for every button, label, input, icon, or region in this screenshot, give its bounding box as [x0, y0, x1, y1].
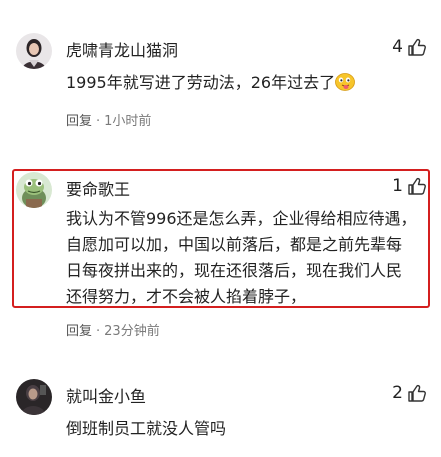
comment-meta: 回复 · 1小时前 — [66, 114, 152, 129]
like-button[interactable]: 4 — [392, 37, 427, 57]
comment-text: 1995年就写进了劳动法，26年过去了 — [66, 70, 417, 99]
like-count: 4 — [392, 37, 403, 57]
username[interactable]: 虎啸青龙山猫洞 — [66, 37, 178, 61]
comment-meta: 回复 · 23分钟前 — [66, 324, 160, 339]
avatar[interactable] — [16, 379, 52, 415]
timestamp: 23分钟前 — [104, 324, 160, 339]
reply-button[interactable]: 回复 — [66, 114, 92, 129]
like-count: 2 — [392, 383, 403, 403]
like-button[interactable]: 1 — [392, 176, 427, 196]
comment-text: 我认为不管996还是怎么弄，企业得给相应待遇，自愿加可以加，中国以前落后，都是之… — [66, 209, 417, 306]
username[interactable]: 就叫金小鱼 — [66, 383, 146, 407]
timestamp: 1小时前 — [104, 114, 152, 129]
thumbs-up-icon — [408, 38, 426, 56]
thumbs-up-icon — [408, 177, 426, 195]
username[interactable]: 要命歌王 — [66, 176, 130, 200]
reply-button[interactable]: 回复 — [66, 324, 92, 339]
tongue-out-emoji-icon — [335, 73, 355, 99]
avatar[interactable] — [16, 33, 52, 69]
thumbs-up-icon — [408, 384, 426, 402]
comment-text: 倒班制员工就没人管吗 — [66, 419, 227, 438]
like-button[interactable]: 2 — [392, 383, 427, 403]
avatar[interactable] — [16, 172, 52, 208]
like-count: 1 — [392, 176, 403, 196]
